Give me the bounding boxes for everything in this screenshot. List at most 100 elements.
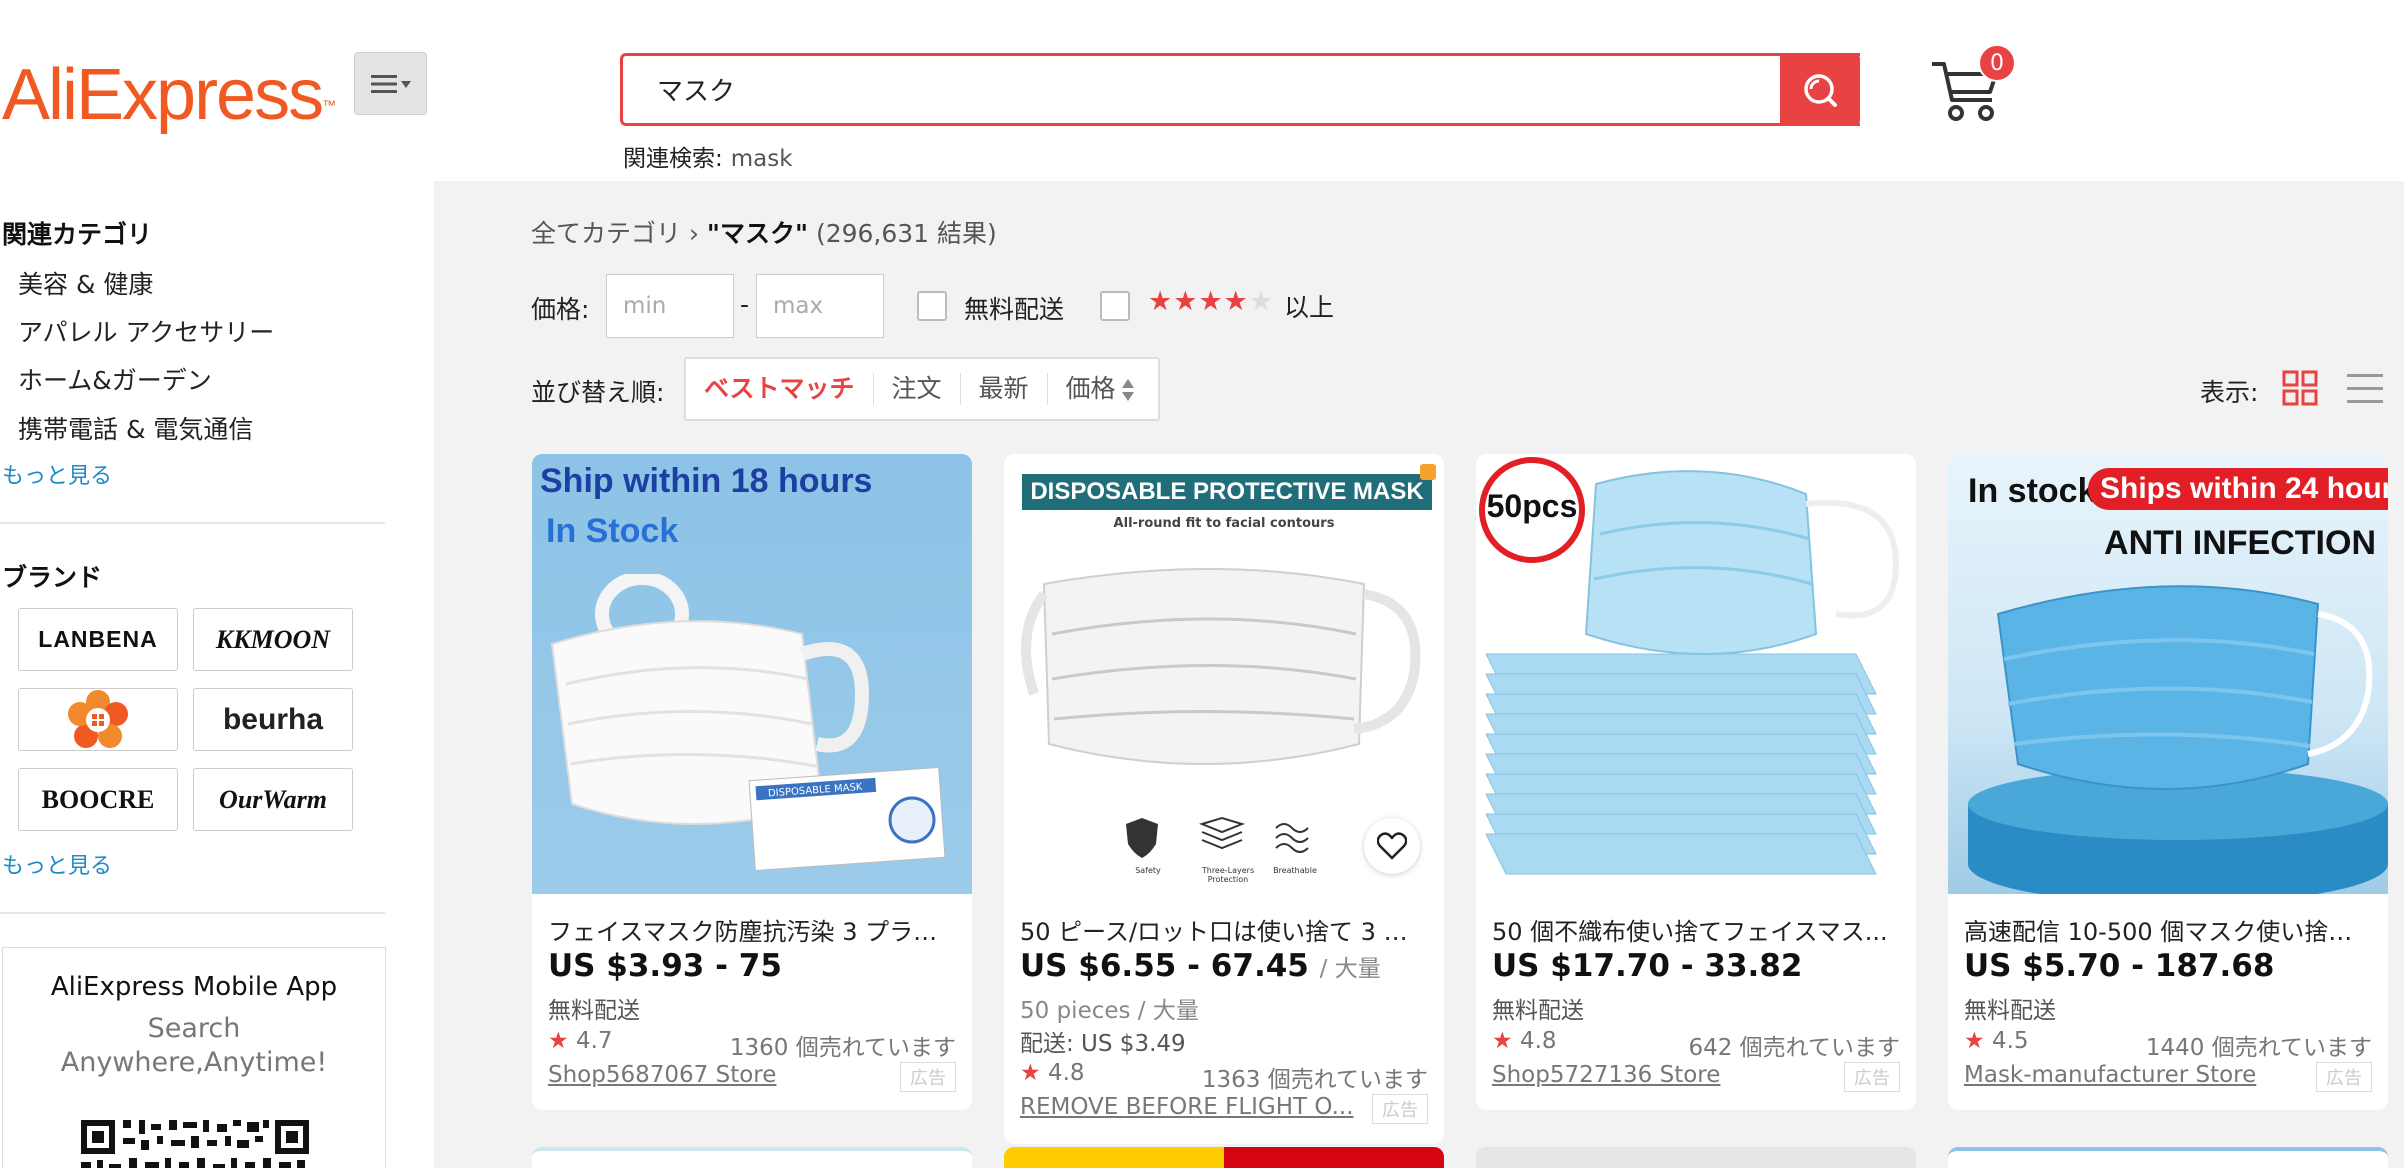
heart-icon [1377,832,1407,860]
brands-more-link[interactable]: もっと見る [2,848,112,880]
star-icon: ★ [1020,1060,1041,1086]
product-image[interactable]: DISPOSABLE PROTECTIVE MASK All-round fit… [1004,454,1444,894]
product-image[interactable]: 50pcs [1476,454,1916,894]
rating-value: 4.7 [575,1028,613,1054]
star-icon: ★ [1964,1028,1985,1054]
sort-arrows-icon [1121,379,1134,401]
product-card[interactable]: 50pcs 50 個不織布使い捨てフェイスマス... US $17.70 - 3… [1476,454,1916,1110]
product-card-next-row[interactable] [532,1147,972,1168]
image-text: All-round fit to facial contours [1113,516,1335,531]
product-card-next-row[interactable] [1476,1147,1916,1168]
product-title[interactable]: 高速配信 10-500 個マスク使い捨て... [1964,912,2374,947]
star-filled-icon: ★ [1148,286,1174,317]
brand-lanbena[interactable]: LANBENA [18,608,178,671]
product-title[interactable]: フェイスマスク防塵抗汚染 3 プライ... [548,912,958,947]
rating-filter-checkbox[interactable] [1100,291,1130,321]
category-link[interactable]: 美容 & 健康 [18,265,153,301]
categories-more-link[interactable]: もっと見る [2,458,112,490]
product-sold-count: 1440 個売れています [2145,1035,2372,1061]
feature-label: Breathable [1273,866,1317,875]
related-search-keyword[interactable]: mask [731,146,793,172]
app-promo-subtitle-2: Anywhere,Anytime! [60,1047,328,1078]
store-link[interactable]: Mask-manufacturer Store [1964,1062,2256,1088]
product-shipping: 配送: US $3.49 [1020,1031,1186,1057]
product-title[interactable]: 50 ピース/ロット口は使い捨て 3 層... [1020,912,1430,947]
product-price: US $3.93 - 75 [548,948,782,984]
search-icon [1804,73,1837,107]
price-min-input[interactable]: min [606,274,734,338]
price-range: US $6.55 - 67.45 [1020,948,1309,984]
product-shipping: 無料配送 [548,998,640,1024]
aliexpress-logo[interactable]: AliExpress™ [2,50,336,140]
list-view-icon[interactable] [2345,370,2385,406]
product-price: US $17.70 - 33.82 [1492,948,1803,984]
product-title[interactable]: 50 個不織布使い捨てフェイスマス... [1492,912,1902,947]
sort-orders[interactable]: 注文 [874,373,961,405]
star-icon: ★ [548,1028,569,1054]
brand-flower-logo[interactable] [18,688,178,751]
product-image[interactable]: In stock Ships within 24 hours ANTI INFE… [1948,454,2388,894]
breadcrumb-query: "マスク" [706,219,808,248]
product-rating: ★ 4.8 [1020,1060,1085,1086]
ad-badge: 広告 [1844,1062,1900,1092]
flower-brand-icon [68,689,128,748]
brand-boocre[interactable]: BOOCRE [18,768,178,831]
star-filled-icon: ★ [1198,286,1224,317]
product-image[interactable]: Ship within 18 hours In Stock DISPOSABLE… [532,454,972,894]
brand-beurha[interactable]: beurha [193,688,353,751]
star-filled-icon: ★ [1223,286,1249,317]
white-mask-illustration [1021,568,1421,765]
product-card-next-row[interactable] [1948,1147,2388,1168]
product-price: US $6.55 - 67.45 / 大量 [1020,948,1381,984]
app-promo-title: AliExpress Mobile App [50,972,338,1002]
ad-badge: 広告 [1372,1094,1428,1124]
category-link[interactable]: アパレル アクセサリー [18,313,274,349]
sort-price-label: 価格 [1065,374,1116,403]
category-link[interactable]: ホーム&ガーデン [18,361,212,397]
related-search: 関連検索: mask [623,139,793,173]
breadcrumb-all-categories[interactable]: 全てカテゴリ [531,219,681,248]
sort-label: 並び替え順: [531,378,665,407]
price-range-dash: - [740,290,750,319]
image-text: Ship within 18 hours [540,462,873,500]
grid-view-icon[interactable] [2282,370,2318,406]
feature-label: Three-Layers Protection [1201,866,1255,884]
product-card-next-row[interactable] [1004,1147,1444,1168]
product-card[interactable]: DISPOSABLE PROTECTIVE MASK All-round fit… [1004,454,1444,1144]
divider [0,522,385,524]
brands-heading: ブランド [2,563,103,592]
product-card[interactable]: Ship within 18 hours In Stock DISPOSABLE… [532,454,972,1110]
search-box [620,53,1860,126]
qr-code-image[interactable] [79,1118,311,1168]
category-link[interactable]: 携帯電話 & 電気通信 [18,410,253,446]
category-menu-button[interactable] [354,52,427,115]
wishlist-button[interactable] [1364,818,1420,874]
star-filled-icon: ★ [1173,286,1199,317]
related-categories-heading: 関連カテゴリ [2,220,153,249]
sort-best-match[interactable]: ベストマッチ [686,373,874,405]
image-text: ANTI INFECTION [2104,524,2376,562]
price-max-input[interactable]: max [756,274,884,338]
product-sold-count: 1360 個売れています [729,1035,956,1061]
brand-kkmoon[interactable]: KKMOON [193,608,353,671]
white-mask-illustration: DISPOSABLE MASK [550,574,946,872]
rating-stars: ★★★★★ [1148,286,1274,317]
product-shipping: 無料配送 [1492,998,1584,1024]
breadcrumb-separator: › [688,219,699,248]
brand-ourwarm[interactable]: OurWarm [193,768,353,831]
rating-value: 4.8 [1519,1028,1557,1054]
image-text: In stock [1968,472,2097,510]
store-link[interactable]: REMOVE BEFORE FLIGHT O... [1020,1094,1354,1120]
search-button[interactable] [1780,53,1860,126]
product-price: US $5.70 - 187.68 [1964,948,2275,984]
store-link[interactable]: Shop5687067 Store [548,1062,776,1088]
product-sold-count: 1363 個売れています [1201,1067,1428,1093]
sort-price[interactable]: 価格 [1048,373,1154,405]
free-shipping-checkbox[interactable] [917,291,947,321]
product-card[interactable]: In stock Ships within 24 hours ANTI INFE… [1948,454,2388,1110]
search-input[interactable] [623,56,1860,123]
store-link[interactable]: Shop5727136 Store [1492,1062,1720,1088]
cart-count-badge: 0 [1978,44,2016,82]
product-sold-count: 642 個売れています [1688,1035,1900,1061]
sort-newest[interactable]: 最新 [961,373,1048,405]
